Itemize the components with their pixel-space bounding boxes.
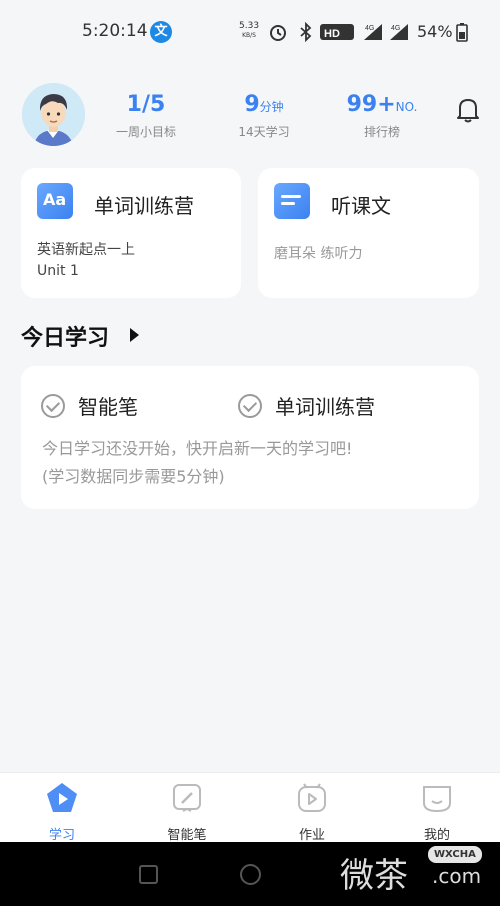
- battery-percent: 54%: [417, 22, 453, 41]
- nav-tab-homework[interactable]: 作业: [272, 781, 352, 843]
- today-message: 今日学习还没开始，快开启新一天的学习吧! (学习数据同步需要5分钟): [42, 435, 352, 491]
- study-minutes-unit: 分钟: [259, 100, 284, 114]
- listen-text-subtitle: 磨耳朵 练听力: [274, 246, 363, 262]
- today-item-word-camp-label: 单词训练营: [275, 395, 375, 419]
- listen-text-icon: [274, 183, 310, 219]
- ranking-stat[interactable]: 99+NO. 排行榜: [327, 92, 437, 140]
- avatar-boy-icon: [22, 83, 85, 146]
- watermark-domain: .com: [432, 864, 482, 888]
- bottom-nav: 学习 智能笔 作业 我的: [0, 772, 500, 843]
- homework-icon: [298, 783, 326, 812]
- status-bar: 5:20:14 文 5.33 KB/S HD 4G 4G 54%: [0, 0, 500, 64]
- today-item-smart-pen[interactable]: 智能笔: [41, 391, 138, 420]
- battery-icon: [456, 23, 468, 42]
- home-button[interactable]: [240, 864, 261, 885]
- status-time: 5:20:14: [82, 21, 148, 41]
- listen-text-title: 听课文: [331, 194, 391, 218]
- profile-icon: [423, 786, 451, 813]
- today-arrow-icon[interactable]: [130, 328, 139, 342]
- today-message-line1: 今日学习还没开始，快开启新一天的学习吧!: [42, 439, 353, 458]
- watermark-badge: WXCHA: [428, 846, 482, 863]
- listen-text-card[interactable]: 听课文 磨耳朵 练听力: [258, 168, 479, 298]
- system-nav-bar: 微茶 WXCHA .com: [0, 842, 500, 906]
- nav-tab-profile-label: 我的: [423, 828, 450, 843]
- word-camp-card[interactable]: Aa 单词训练营 英语新起点一上 Unit 1: [21, 168, 241, 298]
- word-camp-subtitle: 英语新起点一上 Unit 1: [37, 240, 135, 282]
- weekly-goal-value: 1/5: [126, 92, 166, 117]
- today-item-smart-pen-label: 智能笔: [78, 395, 138, 419]
- nav-tab-study-label: 学习: [48, 828, 75, 843]
- ranking-unit: NO.: [395, 100, 418, 114]
- app-notification-icon: 文: [150, 21, 172, 43]
- bluetooth-icon: [300, 22, 312, 42]
- nav-tab-homework-label: 作业: [298, 828, 325, 843]
- today-section-title: 今日学习: [21, 326, 110, 351]
- study-minutes-label: 14天学习: [238, 125, 290, 139]
- study-minutes-stat[interactable]: 9分钟 14天学习: [209, 92, 319, 140]
- network-speed: 5.33 KB/S: [239, 21, 260, 40]
- signal-4g-icon-2: 4G: [390, 24, 408, 40]
- ranking-label: 排行榜: [363, 125, 400, 139]
- pen-icon: [173, 784, 201, 812]
- recents-button[interactable]: [139, 865, 158, 884]
- ranking-value: 99+: [346, 92, 396, 117]
- check-circle-icon: [238, 393, 262, 418]
- word-camp-book: 英语新起点一上: [37, 242, 135, 258]
- weekly-goal-label: 一周小目标: [115, 125, 176, 139]
- today-item-word-camp[interactable]: 单词训练营: [238, 391, 375, 420]
- nav-tab-smart-pen-label: 智能笔: [167, 828, 207, 843]
- check-circle-icon: [41, 393, 65, 418]
- word-camp-icon-text: Aa: [43, 190, 67, 209]
- play-pentagon-icon: [47, 783, 77, 812]
- today-message-line2: (学习数据同步需要5分钟): [42, 467, 225, 486]
- watermark-text: 微茶: [340, 856, 408, 896]
- signal-4g-icon: 4G: [364, 24, 382, 40]
- svg-text:4G: 4G: [365, 25, 374, 32]
- svg-text:HD: HD: [324, 28, 340, 40]
- word-camp-icon: Aa: [37, 183, 73, 219]
- avatar[interactable]: [22, 83, 85, 146]
- word-camp-unit: Unit 1: [37, 263, 79, 279]
- nav-tab-study[interactable]: 学习: [22, 781, 102, 843]
- word-camp-title: 单词训练营: [94, 194, 194, 218]
- svg-text:4G: 4G: [391, 25, 400, 32]
- study-minutes-value: 9: [244, 92, 260, 117]
- hd-icon: HD: [320, 24, 354, 40]
- nav-tab-smart-pen[interactable]: 智能笔: [147, 781, 227, 843]
- today-study-card: 智能笔 单词训练营 今日学习还没开始，快开启新一天的学习吧! (学习数据同步需要…: [21, 366, 479, 509]
- alarm-icon: [270, 25, 286, 41]
- bell-icon[interactable]: [455, 96, 481, 124]
- weekly-goal-stat[interactable]: 1/5 一周小目标: [91, 92, 201, 140]
- nav-tab-profile[interactable]: 我的: [397, 781, 477, 843]
